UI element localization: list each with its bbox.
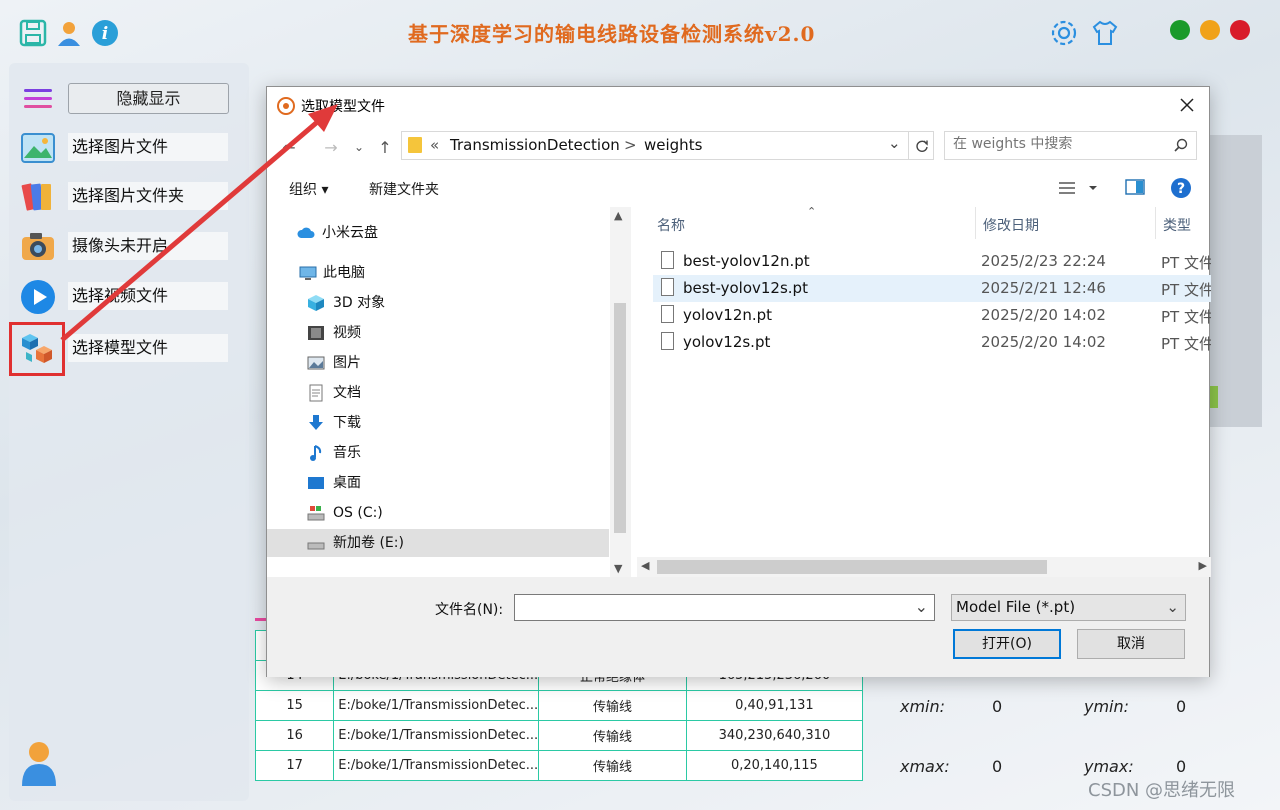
annotation-arrow [60, 104, 338, 342]
